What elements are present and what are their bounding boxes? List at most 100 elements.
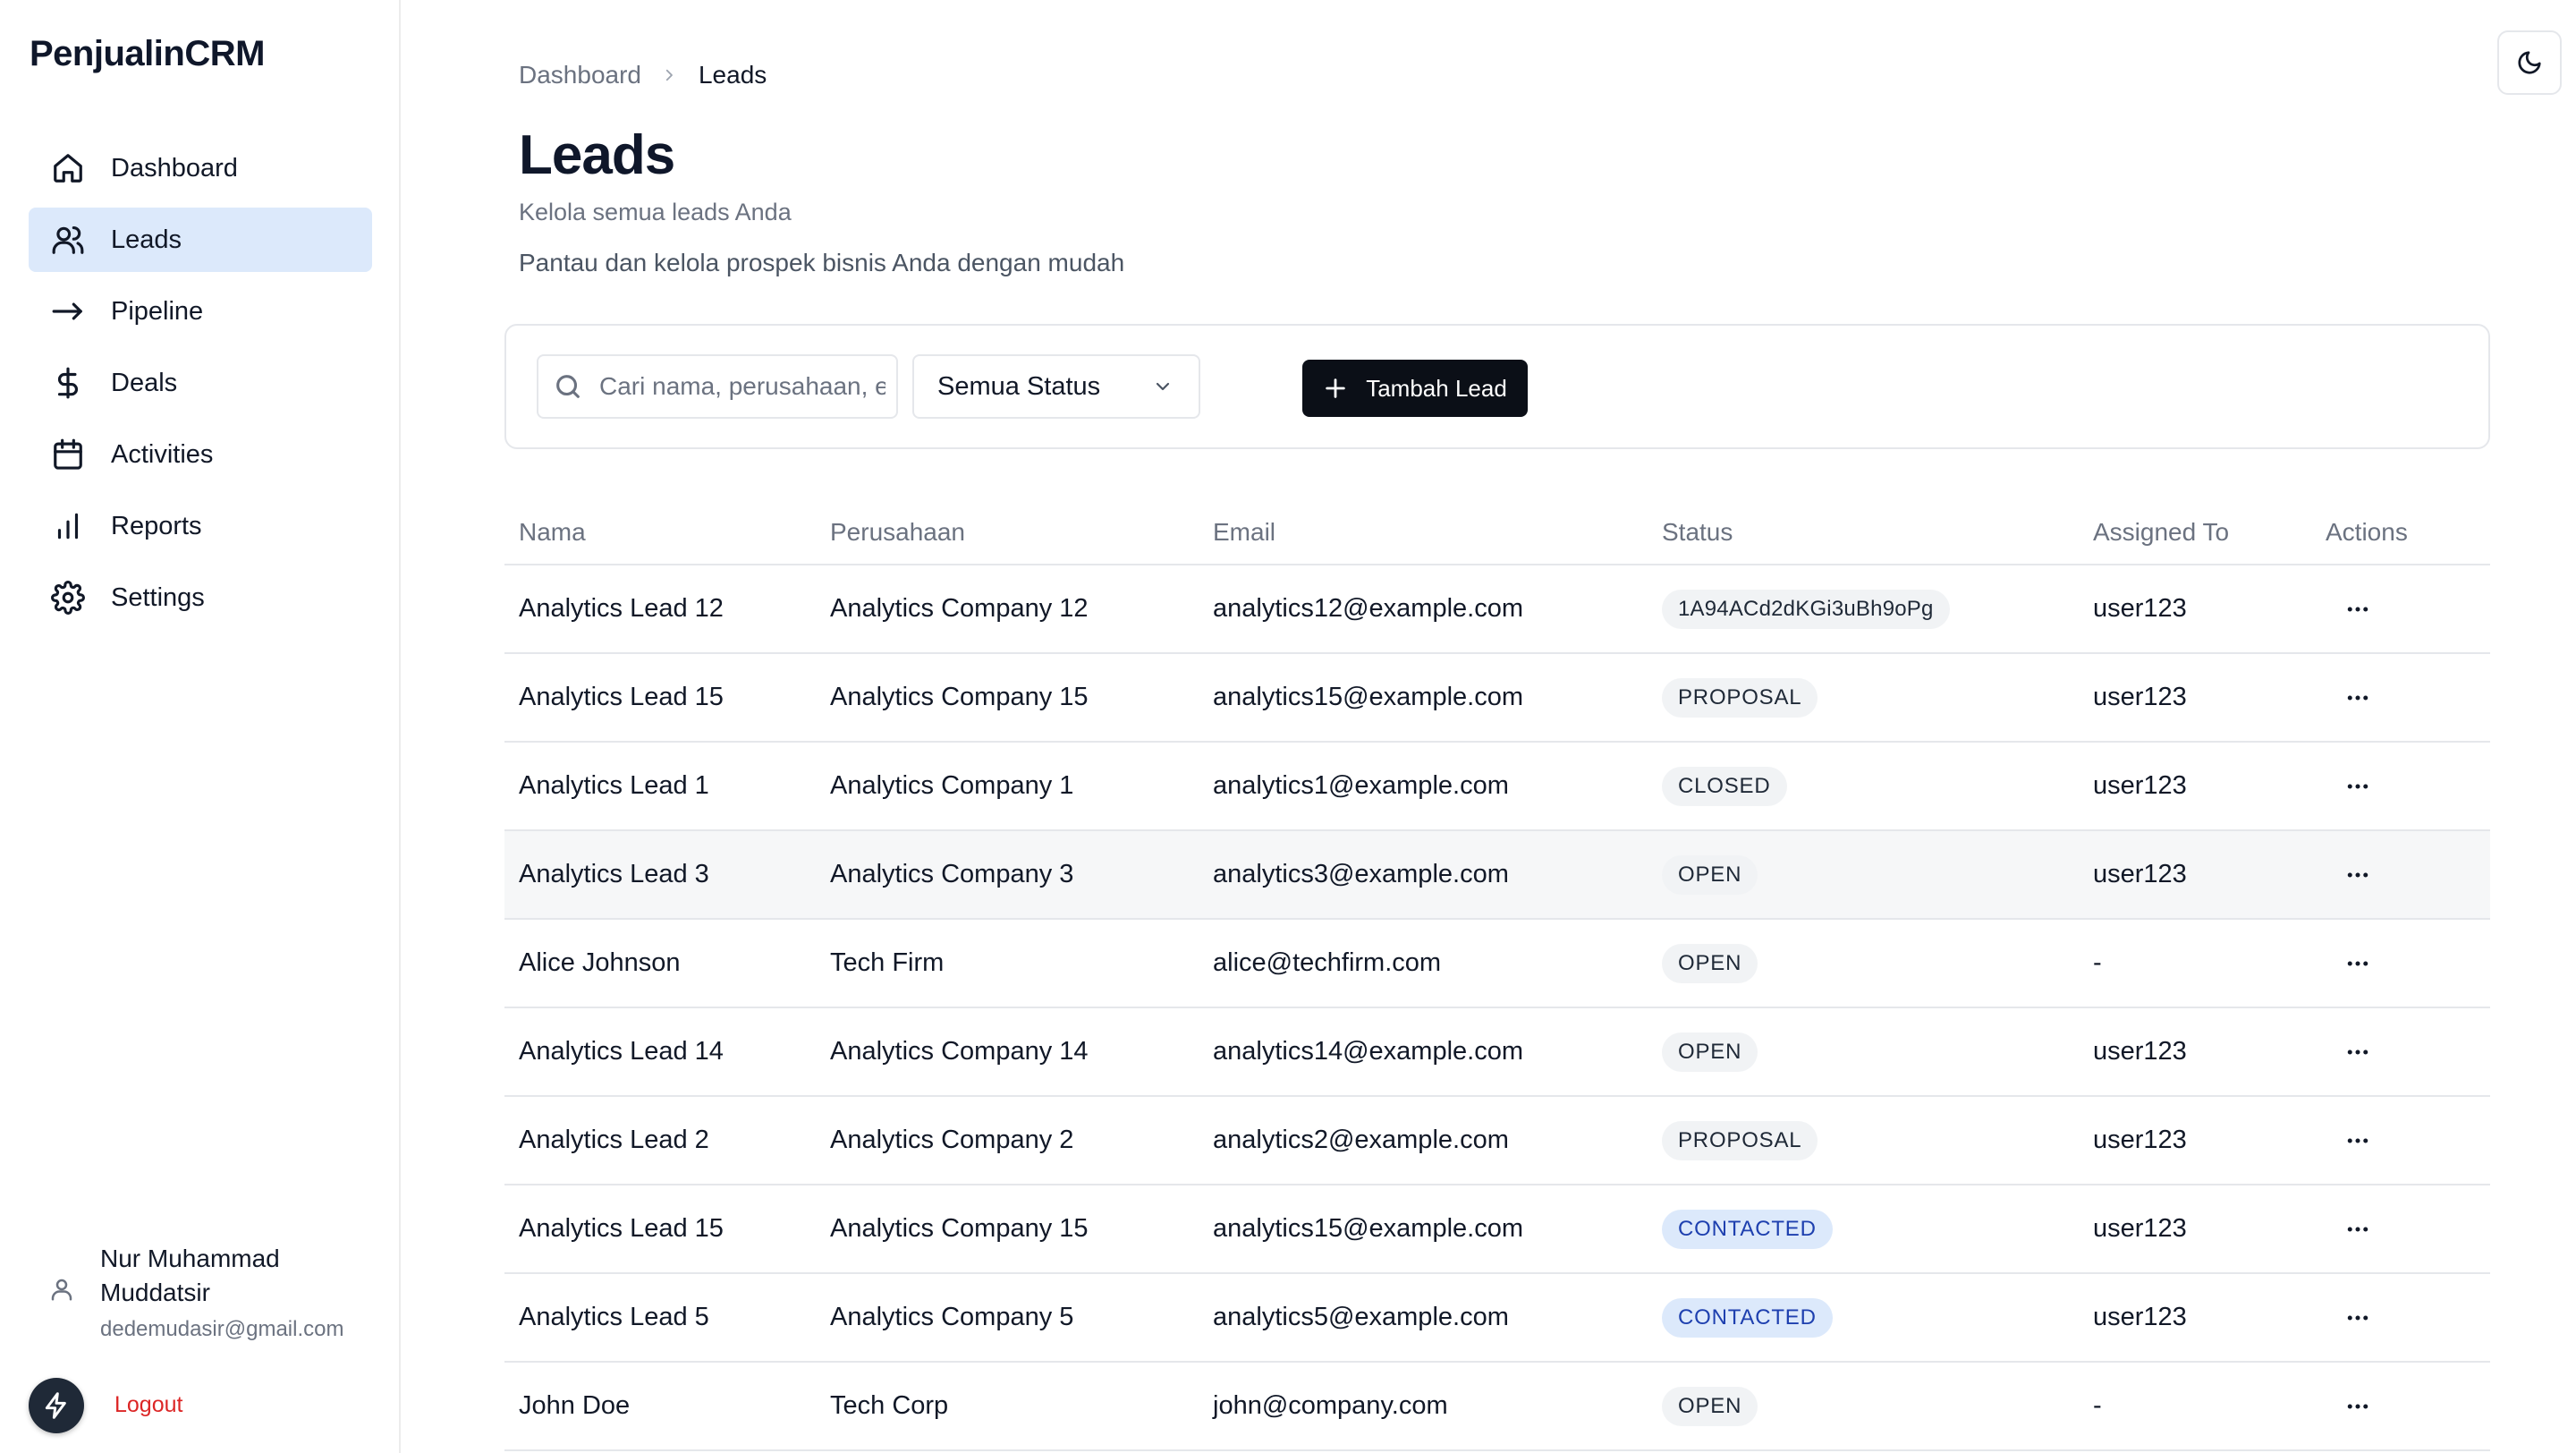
more-actions-icon[interactable] <box>2340 1300 2376 1336</box>
sidebar-item-label: Reports <box>111 511 202 540</box>
lead-email: alice@techfirm.com <box>1213 948 1442 977</box>
table-body: Analytics Lead 12 Analytics Company 12 ana… <box>504 565 2490 1451</box>
status-filter-value: Semua Status <box>937 371 1101 401</box>
lead-name: John Doe <box>519 1391 631 1420</box>
column-header-status[interactable]: Status <box>1662 518 1733 547</box>
column-header-email[interactable]: Email <box>1213 518 1275 547</box>
logout-button[interactable]: Logout <box>114 1392 182 1418</box>
lead-name: Analytics Lead 12 <box>519 594 724 623</box>
more-actions-icon[interactable] <box>2340 1034 2376 1070</box>
lead-email: john@company.com <box>1213 1391 1448 1420</box>
table-row[interactable]: Analytics Lead 2 Analytics Company 2 analy… <box>504 1097 2490 1185</box>
lead-assigned-to: user123 <box>2093 1303 2187 1331</box>
column-header-company[interactable]: Perusahaan <box>830 518 965 547</box>
page-subtitle: Kelola semua leads Anda <box>519 199 792 225</box>
lead-name: Analytics Lead 5 <box>519 1303 709 1331</box>
table-row[interactable]: Alice Johnson Tech Firm alice@techfirm.com… <box>504 920 2490 1008</box>
add-lead-button[interactable]: Tambah Lead <box>1302 360 1528 417</box>
lead-email: analytics14@example.com <box>1213 1037 1523 1066</box>
calendar-icon <box>50 437 86 472</box>
status-filter-select[interactable]: Semua Status <box>912 354 1200 419</box>
sidebar-item-activities[interactable]: Activities <box>29 422 372 487</box>
page-description: Pantau dan kelola prospek bisnis Anda de… <box>519 249 1125 276</box>
more-actions-icon[interactable] <box>2340 591 2376 627</box>
search-input[interactable] <box>599 372 886 401</box>
lead-email: analytics15@example.com <box>1213 1214 1523 1243</box>
status-badge: OPEN <box>1662 1032 1758 1072</box>
sidebar-item-dashboard[interactable]: Dashboard <box>29 136 372 200</box>
lead-name: Analytics Lead 1 <box>519 771 709 800</box>
more-actions-icon[interactable] <box>2340 1123 2376 1159</box>
more-actions-icon[interactable] <box>2340 1389 2376 1424</box>
more-actions-icon[interactable] <box>2340 946 2376 981</box>
table-row[interactable]: Analytics Lead 1 Analytics Company 1 analy… <box>504 743 2490 831</box>
home-icon <box>50 150 86 186</box>
lead-company: Analytics Company 15 <box>830 683 1089 711</box>
lead-company: Analytics Company 3 <box>830 860 1074 888</box>
column-header-assigned[interactable]: Assigned To <box>2093 518 2229 547</box>
table-row[interactable]: Analytics Lead 15 Analytics Company 15 ana… <box>504 654 2490 743</box>
lead-company: Analytics Company 2 <box>830 1126 1074 1154</box>
table-row[interactable]: Analytics Lead 5 Analytics Company 5 analy… <box>504 1274 2490 1363</box>
status-badge: OPEN <box>1662 943 1758 983</box>
sidebar-item-leads[interactable]: Leads <box>29 208 372 272</box>
dollar-icon <box>50 365 86 401</box>
breadcrumb: Dashboard Leads <box>519 61 767 89</box>
search-box <box>537 354 898 419</box>
lead-email: analytics5@example.com <box>1213 1303 1509 1331</box>
status-badge: CONTACTED <box>1662 1297 1833 1338</box>
plus-icon <box>1326 378 1345 398</box>
more-actions-icon[interactable] <box>2340 857 2376 893</box>
breadcrumb-dashboard-link[interactable]: Dashboard <box>519 61 641 89</box>
sidebar-nav: Dashboard Leads Pipeline Deals Activitie… <box>29 136 372 637</box>
moon-icon <box>2518 51 2541 74</box>
brand-logo[interactable]: PenjualinCRM <box>30 34 265 74</box>
sidebar-item-label: Settings <box>111 582 205 612</box>
sidebar-item-reports[interactable]: Reports <box>29 494 372 558</box>
lead-assigned-to: user123 <box>2093 683 2187 711</box>
chevron-down-icon <box>1156 382 1170 391</box>
sidebar-item-settings[interactable]: Settings <box>29 565 372 630</box>
lead-assigned-to: user123 <box>2093 594 2187 623</box>
bar-chart-icon <box>50 508 86 544</box>
column-header-actions: Actions <box>2326 518 2408 546</box>
arrow-right-icon <box>50 293 86 329</box>
status-badge: PROPOSAL <box>1662 677 1818 718</box>
lead-email: analytics3@example.com <box>1213 860 1509 888</box>
status-badge: PROPOSAL <box>1662 1120 1818 1160</box>
table-row[interactable]: Analytics Lead 3 Analytics Company 3 analy… <box>504 831 2490 920</box>
user-email: dedemudasir@gmail.com <box>100 1317 344 1341</box>
table-row[interactable]: Analytics Lead 12 Analytics Company 12 ana… <box>504 565 2490 654</box>
lead-email: analytics15@example.com <box>1213 683 1523 711</box>
lead-company: Analytics Company 12 <box>830 594 1089 623</box>
more-actions-icon[interactable] <box>2340 680 2376 716</box>
lead-company: Tech Corp <box>830 1391 949 1420</box>
users-icon <box>50 222 86 258</box>
lead-name: Alice Johnson <box>519 948 681 977</box>
status-badge: CONTACTED <box>1662 1209 1833 1249</box>
lead-company: Tech Firm <box>830 948 945 977</box>
leads-table: Nama Perusahaan Email Status Assigned To… <box>504 501 2490 1451</box>
user-icon <box>48 1276 80 1308</box>
gear-icon <box>50 580 86 616</box>
chevron-right-icon <box>661 66 679 84</box>
more-actions-icon[interactable] <box>2340 769 2376 804</box>
lead-name: Analytics Lead 15 <box>519 1214 724 1243</box>
sidebar-item-pipeline[interactable]: Pipeline <box>29 279 372 344</box>
table-row[interactable]: John Doe Tech Corp john@company.com OPEN - <box>504 1363 2490 1451</box>
more-actions-icon[interactable] <box>2340 1211 2376 1247</box>
theme-toggle-button[interactable] <box>2497 30 2562 95</box>
lead-company: Analytics Company 1 <box>830 771 1074 800</box>
lead-name: Analytics Lead 15 <box>519 683 724 711</box>
lead-name: Analytics Lead 14 <box>519 1037 724 1066</box>
table-row[interactable]: Analytics Lead 15 Analytics Company 15 ana… <box>504 1185 2490 1274</box>
user-name: Nur Muhammad Muddatsir <box>100 1245 280 1306</box>
sidebar-item-deals[interactable]: Deals <box>29 351 372 415</box>
lead-company: Analytics Company 14 <box>830 1037 1089 1066</box>
lead-name: Analytics Lead 3 <box>519 860 709 888</box>
column-header-name[interactable]: Nama <box>519 518 586 547</box>
status-badge: OPEN <box>1662 1386 1758 1426</box>
table-row[interactable]: Analytics Lead 14 Analytics Company 14 ana… <box>504 1008 2490 1097</box>
quick-action-button[interactable] <box>29 1378 84 1433</box>
lead-assigned-to: - <box>2093 1391 2102 1420</box>
